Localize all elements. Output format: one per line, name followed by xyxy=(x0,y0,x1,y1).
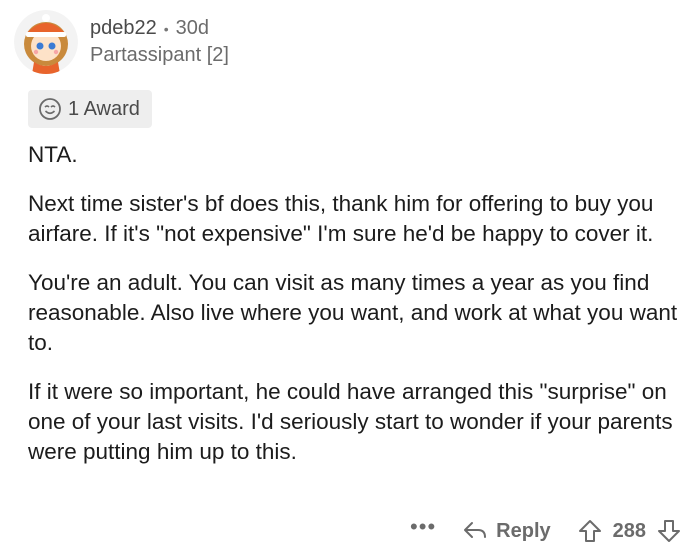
downvote-icon[interactable] xyxy=(656,518,682,544)
reply-button[interactable]: Reply xyxy=(462,519,551,543)
comment-body: NTA. Next time sister's bf does this, th… xyxy=(28,140,678,486)
more-options-icon[interactable]: ••• xyxy=(410,516,436,538)
comment-paragraph: NTA. xyxy=(28,142,78,167)
reply-arrow-icon xyxy=(462,520,488,542)
reply-label: Reply xyxy=(496,519,551,542)
comment-paragraph: Next time sister's bf does this, thank h… xyxy=(28,191,654,246)
award-icon xyxy=(38,97,62,121)
vote-controls: 288 xyxy=(577,518,682,544)
comment-paragraph: If it were so important, he could have a… xyxy=(28,379,673,464)
user-flair: Partassipant [2] xyxy=(90,44,229,66)
separator-dot: • xyxy=(163,20,169,37)
award-badge[interactable]: 1 Award xyxy=(28,90,152,128)
vote-score: 288 xyxy=(612,519,646,542)
comment-paragraph: You're an adult. You can visit as many t… xyxy=(28,270,678,355)
upvote-icon[interactable] xyxy=(577,518,603,544)
comment-actions: ••• Reply 288 xyxy=(410,516,682,546)
avatar[interactable] xyxy=(14,10,78,74)
comment-age: 30d xyxy=(175,17,210,39)
comment-author[interactable]: pdeb22 xyxy=(90,17,157,40)
award-label: 1 Award xyxy=(68,97,140,120)
comment-header: pdeb22 • 30d Partassipant [2] xyxy=(14,10,229,74)
